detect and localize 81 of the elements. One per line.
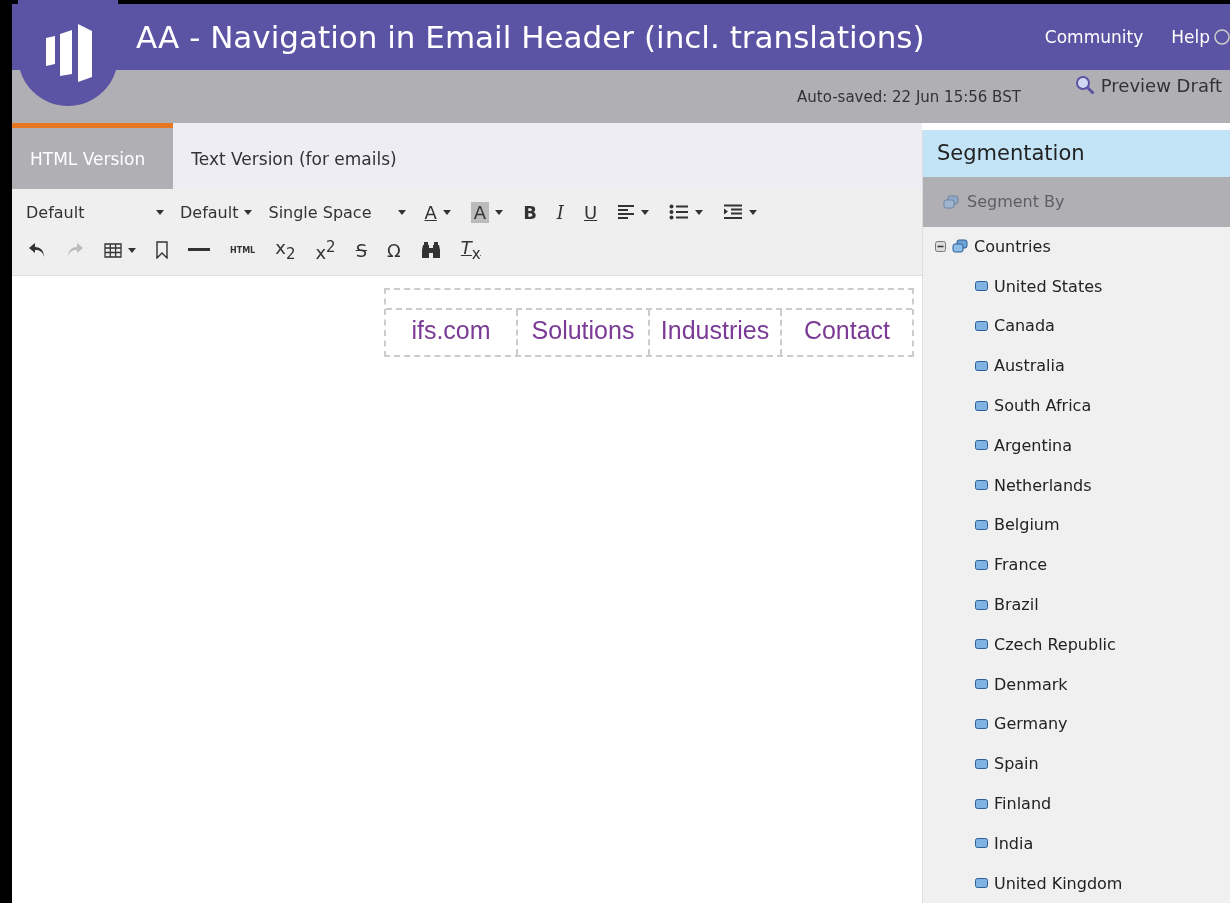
binoculars-icon [420,241,441,259]
tree-item[interactable]: Germany [923,704,1230,744]
page-title: AA - Navigation in Email Header (incl. translations) [136,19,926,55]
toolbar-button[interactable]: S [347,235,376,265]
header-link[interactable]: Community [1044,27,1144,47]
segment-icon [975,599,988,610]
caret-icon [398,209,407,215]
segment-icon [975,400,988,411]
tree-item[interactable]: Netherlands [923,465,1230,506]
collapse-icon[interactable] [935,240,946,252]
segment-icon [975,519,988,530]
segment-icon [975,281,988,292]
toolbar-button[interactable]: A [416,197,459,227]
tree-item[interactable]: Czech Republic [923,624,1230,665]
segment-icon [975,639,988,650]
tree-item[interactable]: Canada [923,306,1230,346]
tree-item[interactable]: Spain [923,743,1230,784]
nav-link[interactable]: Solutions [516,310,648,355]
segment-icon [975,440,988,451]
autosave-status: Auto-saved: 22 Jun 15:56 BST [797,87,1021,106]
segment-icon [975,360,988,371]
toolbar-button[interactable]: B [515,197,545,227]
caret-icon [641,209,650,215]
segment-icon [975,798,988,809]
tree-item[interactable]: United States [923,266,1230,307]
nav-link[interactable]: ifs.com [386,310,516,355]
tree-item[interactable]: India [923,823,1230,864]
tree-item[interactable]: Finland [923,783,1230,824]
caret-icon [128,247,136,253]
toolbar-button[interactable]: A [462,197,512,227]
panel-title: Segmentation [923,130,1230,177]
dropdown[interactable]: Single Space [262,197,413,227]
segment-icon [975,679,988,690]
dropdown[interactable]: Default [174,197,259,227]
segment-group-icon [952,239,968,254]
nav-link[interactable]: Contact [780,310,912,355]
segment-group-icon [943,194,959,209]
indent-icon [723,204,744,220]
preview-button[interactable]: Preview Draft [1066,70,1230,100]
tree-item[interactable]: France [923,544,1230,585]
caret-icon [495,209,504,215]
tree-item[interactable]: South Africa [923,385,1230,426]
toolbar-button[interactable]: T$_{x}$ [452,235,489,265]
tree-item[interactable]: Belgium [923,505,1230,545]
help-icon [1214,29,1230,45]
bookmark-icon [156,241,168,259]
nav-link[interactable]: Industries [648,310,780,355]
redo-icon [66,242,84,258]
header-link[interactable]: Help [1171,27,1230,47]
segment-icon [975,718,988,729]
caret-icon [749,209,758,215]
tree-item[interactable]: United Kingdom [923,863,1230,903]
toolbar-button[interactable]: Ω [379,235,409,265]
caret-icon [156,209,164,215]
segment-icon [975,878,988,889]
segment-icon [975,480,988,491]
toolbar-button[interactable]: I [548,197,572,227]
tree-item[interactable]: Argentina [923,425,1230,466]
tree-item[interactable]: Countries [923,226,1230,267]
segment-icon [975,838,988,849]
segment-icon [975,321,988,331]
segment-icon [975,559,988,570]
undo-icon [28,242,46,258]
bullet-list-icon [669,204,690,220]
align-left-icon [617,204,636,220]
toolbar-button[interactable]: U [576,197,606,227]
caret-icon [244,209,253,215]
caret-icon [695,209,704,215]
segment-icon [975,758,988,769]
table-icon [104,242,122,258]
toolbar-button[interactable]: HTML [222,235,264,265]
tree-item[interactable]: Brazil [923,584,1230,625]
search-icon [1074,75,1095,95]
horizontal-line-icon [188,248,210,252]
toolbar-button[interactable]: x$^{2}$ [307,235,344,265]
dropdown[interactable]: Default [20,197,170,227]
tab[interactable]: Text Version (for emails) [173,123,425,189]
caret-icon [442,209,451,215]
tree-item[interactable]: Denmark [923,664,1230,705]
toolbar-button[interactable]: x$_{2}$ [267,235,304,265]
tree-item[interactable]: Australia [923,345,1230,386]
